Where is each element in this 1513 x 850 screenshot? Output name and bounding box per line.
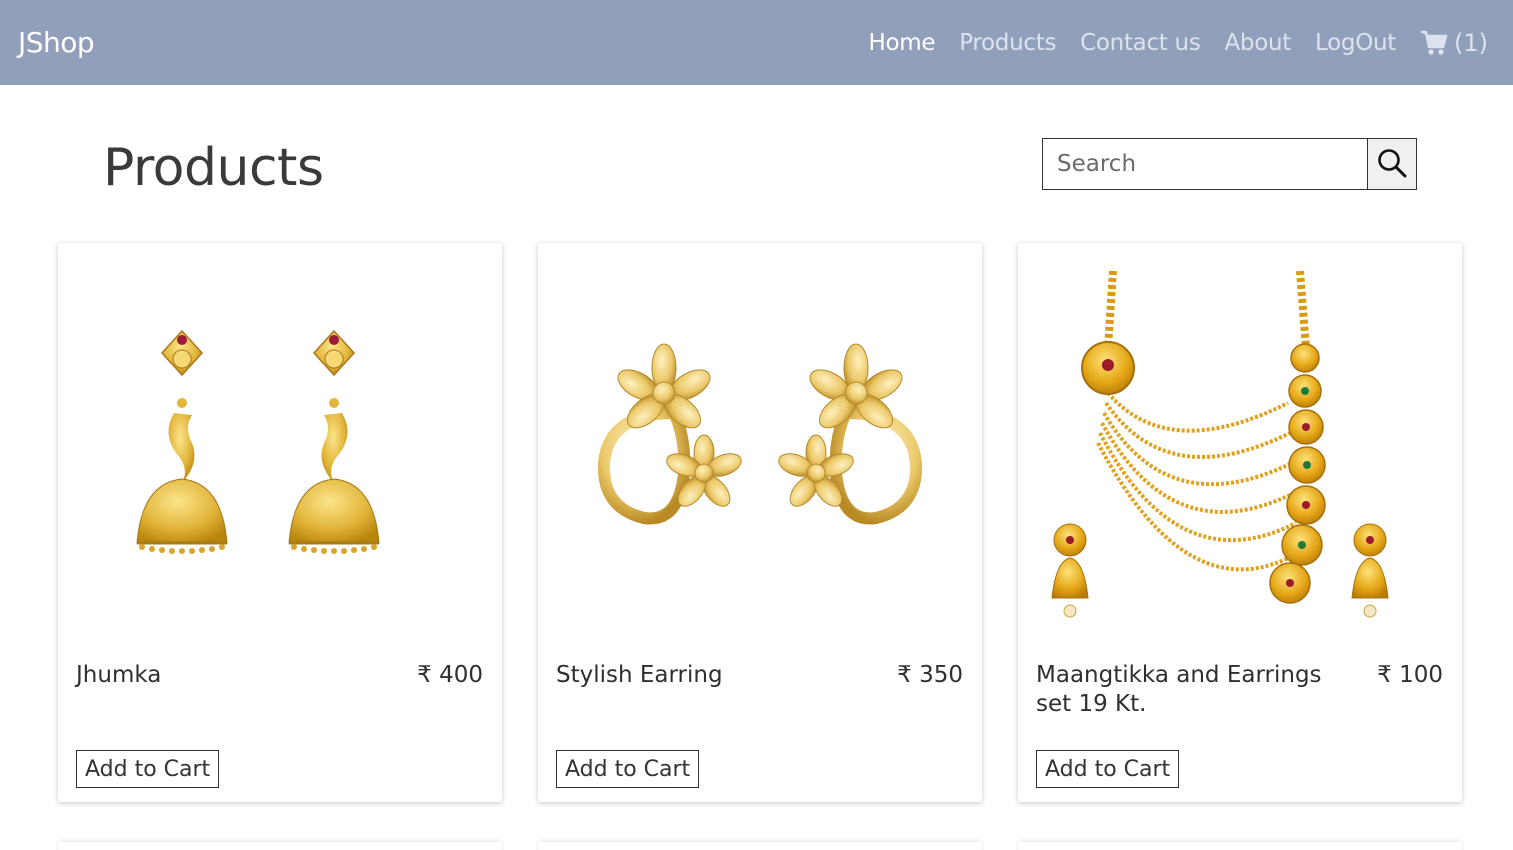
product-price: ₹ 400 — [417, 662, 483, 688]
product-card: Jhumka ₹ 400 Add to Cart — [58, 243, 502, 802]
add-to-cart-button[interactable]: Add to Cart — [556, 750, 700, 788]
product-image-jhumka — [58, 243, 502, 643]
add-to-cart-button[interactable]: Add to Cart — [1036, 750, 1180, 788]
product-card-next-row — [1018, 842, 1462, 850]
nav-link-logout[interactable]: LogOut — [1315, 30, 1396, 56]
search-button[interactable] — [1367, 138, 1417, 190]
cart-link[interactable]: (1) — [1420, 29, 1488, 57]
product-card-next-row — [58, 842, 502, 850]
product-price: ₹ 100 — [1377, 662, 1443, 688]
product-card: Stylish Earring ₹ 350 Add to Cart — [538, 243, 982, 802]
product-name: Maangtikka and Earrings set 19 Kt. — [1036, 662, 1322, 717]
page-title: Products — [103, 138, 324, 198]
search-input[interactable] — [1042, 138, 1367, 190]
nav-links: Home Products Contact us About LogOut (1… — [868, 29, 1488, 57]
search-icon — [1376, 147, 1408, 182]
product-card-next-row — [538, 842, 982, 850]
brand-logo[interactable]: JShop — [18, 26, 95, 59]
product-name: Jhumka — [76, 662, 162, 688]
product-price: ₹ 350 — [897, 662, 963, 688]
shopping-cart-icon — [1420, 30, 1448, 56]
cart-count: (1) — [1454, 28, 1488, 57]
nav-link-products[interactable]: Products — [959, 30, 1056, 56]
nav-link-contact[interactable]: Contact us — [1080, 30, 1201, 56]
search-bar — [1042, 138, 1417, 190]
add-to-cart-button[interactable]: Add to Cart — [76, 750, 220, 788]
product-image-maangtikka-set — [1018, 243, 1462, 643]
nav-link-about[interactable]: About — [1225, 30, 1292, 56]
product-image-stylish-earring — [538, 243, 982, 643]
product-card: Maangtikka and Earrings set 19 Kt. ₹ 100… — [1018, 243, 1462, 802]
product-name: Stylish Earring — [556, 662, 723, 688]
nav-link-home[interactable]: Home — [868, 30, 935, 56]
top-navbar: JShop Home Products Contact us About Log… — [0, 0, 1513, 85]
